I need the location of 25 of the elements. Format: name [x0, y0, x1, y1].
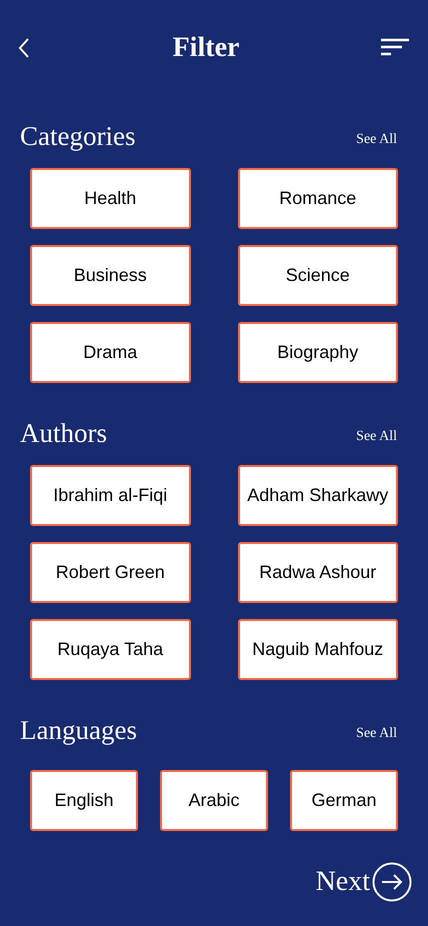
filter-option[interactable]: Health	[30, 168, 190, 229]
filter-option[interactable]: Biography	[238, 322, 398, 383]
filter-option[interactable]: Ibrahim al-Fiqi	[30, 465, 190, 526]
see-all-link[interactable]: See All	[356, 722, 397, 744]
filter-option[interactable]: Arabic	[160, 770, 268, 831]
sort-icon[interactable]	[380, 38, 410, 58]
filter-option[interactable]: Robert Green	[30, 542, 190, 603]
section-title: Authors	[20, 416, 107, 450]
page-title: Filter	[172, 31, 240, 65]
filter-option[interactable]: German	[290, 770, 398, 831]
filter-option[interactable]: Adham Sharkawy	[238, 465, 398, 526]
filter-option[interactable]: Business	[30, 245, 190, 306]
section-title: Categories	[20, 120, 136, 153]
arrow-right-icon	[372, 862, 412, 902]
filter-option[interactable]: Ruqaya Taha	[30, 619, 190, 680]
filter-option[interactable]: Naguib Mahfouz	[238, 619, 398, 680]
filter-option[interactable]: Drama	[30, 322, 190, 383]
section-title: Languages	[20, 714, 137, 747]
filter-option[interactable]: English	[30, 770, 138, 831]
see-all-link[interactable]: See All	[356, 128, 397, 150]
filter-option[interactable]: Romance	[238, 168, 398, 229]
filter-option[interactable]: Science	[238, 245, 398, 306]
filter-option[interactable]: Radwa Ashour	[238, 542, 398, 603]
next-button[interactable]: Next	[316, 860, 412, 902]
see-all-link[interactable]: See All	[356, 426, 397, 446]
